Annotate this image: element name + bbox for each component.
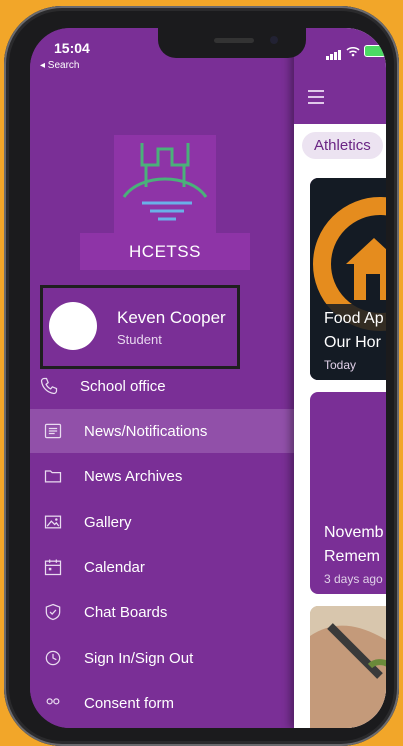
filter-chip-athletics[interactable]: Athletics xyxy=(302,132,383,159)
menu-item-label: Chat Boards xyxy=(84,603,168,621)
menu-item-sign-in-out[interactable]: Sign In/Sign Out xyxy=(30,636,294,680)
profile-role: Student xyxy=(117,332,162,347)
menu-item-label: Gallery xyxy=(84,513,132,531)
phone-icon xyxy=(38,375,60,397)
school-logo xyxy=(114,135,216,233)
shield-icon xyxy=(42,601,64,623)
clock-icon xyxy=(42,647,64,669)
menu-item-label: Consent form xyxy=(84,694,175,712)
phone-frame: HCETSS Keven Cooper Student School offic… xyxy=(4,6,399,746)
back-to-search-link[interactable]: ◂ Search xyxy=(40,60,79,71)
menu-item-consent-form[interactable]: Consent form xyxy=(30,681,294,725)
wifi-icon xyxy=(346,46,360,56)
menu-item-label: News/Notifications xyxy=(84,422,208,440)
menu-item-chat-boards[interactable]: Chat Boards xyxy=(30,590,294,634)
signal-icon xyxy=(326,42,342,60)
card-date: Today xyxy=(324,358,357,372)
news-card[interactable]: Food Ap Our Hor Today xyxy=(310,178,386,380)
menu-item-news-notifications[interactable]: News/Notifications xyxy=(30,409,294,453)
menu-item-label: Sign In/Sign Out xyxy=(84,649,194,667)
card-title: Food Ap xyxy=(324,310,384,327)
menu-item-label: Calendar xyxy=(84,558,145,576)
news-card[interactable] xyxy=(310,606,386,728)
menu-item-school-office[interactable]: School office xyxy=(30,364,294,408)
card-title: Novemb xyxy=(324,524,384,541)
phone-notch xyxy=(158,28,306,58)
menu-item-label: News Archives xyxy=(84,467,183,485)
card-date: 3 days ago xyxy=(324,572,383,586)
newspaper-icon xyxy=(42,420,64,442)
profile-card[interactable]: Keven Cooper Student xyxy=(40,285,240,369)
card-title-continued: Remem xyxy=(324,548,381,565)
menu-item-gallery[interactable]: Gallery xyxy=(30,500,294,544)
consent-icon xyxy=(42,692,64,714)
menu-item-calendar[interactable]: Calendar xyxy=(30,545,294,589)
photo-thumbnail xyxy=(310,606,386,728)
school-name: HCETSS xyxy=(80,233,250,270)
profile-name: Keven Cooper xyxy=(117,308,226,327)
phone-screen: HCETSS Keven Cooper Student School offic… xyxy=(30,28,386,728)
folder-icon xyxy=(42,465,64,487)
status-time: 15:04 xyxy=(54,40,90,56)
menu-item-news-archives[interactable]: News Archives xyxy=(30,454,294,498)
news-card[interactable]: Novemb Remem 3 days ago xyxy=(310,392,386,594)
hamburger-menu-icon[interactable] xyxy=(308,90,324,108)
status-icons xyxy=(326,42,386,60)
calendar-icon xyxy=(42,556,64,578)
image-icon xyxy=(42,511,64,533)
navigation-drawer: HCETSS Keven Cooper Student School offic… xyxy=(30,28,294,728)
main-content: Athletics Food Ap Our Hor Today Novemb R… xyxy=(294,28,386,728)
card-title-continued: Our Hor xyxy=(324,334,381,351)
avatar xyxy=(49,302,97,350)
battery-icon xyxy=(364,45,386,57)
menu-item-label: School office xyxy=(80,377,166,395)
